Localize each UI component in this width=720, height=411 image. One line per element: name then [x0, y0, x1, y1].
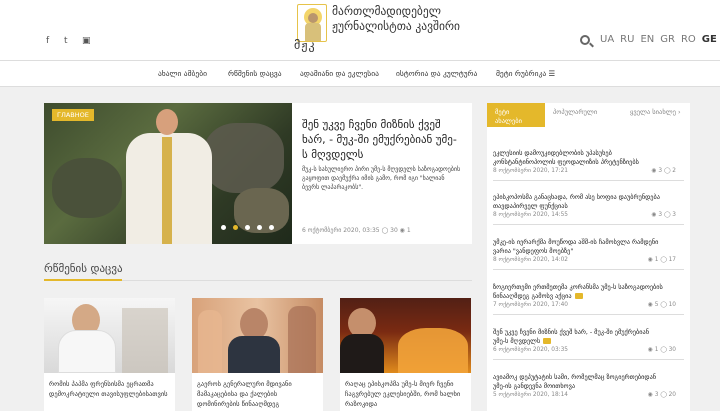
news-date: 8 ოქტომბერი 2020, 17:21	[493, 168, 568, 174]
featured-excerpt: მუკ-ს სასულიერო პირი უმე-ს მღვდელს საზოგ…	[302, 166, 461, 191]
bishop-photo[interactable]	[340, 298, 471, 373]
views-count: 3	[654, 392, 659, 398]
comments-count: 3	[672, 212, 676, 218]
article-card-bishop[interactable]: რაღაც ეპისკოპმა უმე-ს მიერ ჩვენი ჩაგვრებ…	[340, 298, 471, 411]
article-card-un[interactable]: გაეროს გენერალური მდივანი მამაკაცებისა დ…	[192, 298, 323, 411]
youtube-icon[interactable]: ▣	[82, 36, 92, 46]
featured-meta: 6 ოქტომბერი 2020, 03:35 ◯ 30 ◉ 1	[302, 227, 411, 234]
sidebar-news-item[interactable]: ეპისკოპოსმა განაცხადა, რომ ასე სოფია დაუ…	[493, 189, 684, 225]
news-counts: ◉ 3 ◯ 20	[647, 392, 676, 398]
main-nav: ახალი ამბები რწმენის დაცვა ადამიანი და ე…	[0, 60, 720, 87]
news-title[interactable]: ეპისკოპოსმა განაცხადა, რომ ასე სოფია დაუ…	[493, 193, 663, 211]
news-title-text[interactable]: შენ უკვე ჩვენი მიზნის ქვეშ ხარ, - მუკ-ში…	[493, 329, 649, 345]
article-card-title[interactable]: რომის პაპმა ფრენსისმა ეცრათმა დემოკრატიუ…	[49, 379, 170, 399]
section-divider	[44, 279, 472, 281]
news-title[interactable]: ზოგიერთემი ერთმეთემა კორანსმა უმე-ს საზო…	[493, 283, 663, 301]
news-counts: ◉ 1 ◯ 30	[647, 347, 676, 353]
comments-count: 17	[668, 257, 676, 263]
news-counts: ◉ 5 ◯ 10	[647, 302, 676, 308]
tab-popular[interactable]: პოპულარული	[553, 103, 613, 127]
news-title[interactable]: უმკე-ის იერარქმა მოუწოდა აშშ-ის ჩამოსვლა…	[493, 238, 663, 256]
slider-dot[interactable]	[245, 225, 250, 230]
pope-photo[interactable]	[44, 298, 175, 373]
news-date: 6 ოქტომბერი 2020, 03:35	[493, 347, 568, 353]
article-card-pope[interactable]: რომის პაპმა ფრენსისმა ეცრათმა დემოკრატიუ…	[44, 298, 175, 411]
sidebar-news-item[interactable]: უმკე-ის იერარქმა მოუწოდა აშშ-ის ჩამოსვლა…	[493, 234, 684, 270]
news-date: 7 ოქტომბერი 2020, 17:40	[493, 302, 568, 308]
nav-history-culture[interactable]: ისტორია და კულტურა	[396, 69, 477, 78]
sidebar-tabs: მეტი ახალები პოპულარული ყველა სიახლე ›	[487, 103, 690, 127]
slider-dots	[221, 225, 274, 230]
tab-all-news[interactable]: ყველა სიახლე ›	[630, 103, 686, 127]
logo-saint-icon[interactable]	[297, 4, 327, 42]
slider-dot[interactable]	[257, 225, 262, 230]
twitter-icon[interactable]: t	[64, 36, 74, 46]
lang-ua[interactable]: UA	[600, 34, 614, 45]
comments-count: 20	[668, 392, 676, 398]
language-switcher: UA RU EN GR RO GE	[600, 34, 717, 45]
slider-dot-active[interactable]	[233, 225, 238, 230]
news-date: 8 ოქტომბერი 2020, 14:02	[493, 257, 568, 263]
nav-more-rubrics[interactable]: მეტი რუბრიკა ☰	[496, 69, 555, 78]
logo-title[interactable]: მართლმადიდებელ ჟურნალისტთა კავშირი	[332, 4, 467, 34]
article-card-title[interactable]: გაეროს გენერალური მდივანი მამაკაცებისა დ…	[197, 379, 318, 409]
lang-ru[interactable]: RU	[620, 34, 634, 45]
featured-article[interactable]: ГЛАВНОЕ შენ უკვე ჩვენი მიზნის ქვეშ ხარ, …	[44, 103, 472, 244]
un-photo[interactable]	[192, 298, 323, 373]
news-counts: ◉ 1 ◯ 17	[647, 257, 676, 263]
social-links: f t ▣	[46, 36, 92, 46]
news-date: 5 ოქტომბერი 2020, 18:14	[493, 392, 568, 398]
lang-gr[interactable]: GR	[660, 34, 675, 45]
views-count: 5	[654, 302, 659, 308]
featured-photo[interactable]: ГЛАВНОЕ	[44, 103, 292, 244]
video-icon	[574, 293, 583, 299]
news-title[interactable]: ეკლესიის დამოუკიდებლობის უპასუხებ კონსტა…	[493, 149, 663, 167]
site-header: f t ▣ მჟკ მართლმადიდებელ ჟურნალისტთა კავ…	[0, 0, 720, 60]
comments-count: 30	[668, 347, 676, 353]
comments-count: 2	[672, 168, 676, 174]
news-title[interactable]: შენ უკვე ჩვენი მიზნის ქვეშ ხარ, - მუკ-ში…	[493, 328, 663, 346]
news-counts: ◉ 3 ◯ 2	[651, 168, 677, 174]
views-count: 1	[654, 257, 659, 263]
slider-dot[interactable]	[269, 225, 274, 230]
sidebar-news-item[interactable]: შენ უკვე ჩვენი მიზნის ქვეშ ხარ, - მუკ-ში…	[493, 324, 684, 360]
news-counts: ◉ 3 ◯ 3	[651, 212, 677, 218]
lang-ro[interactable]: RO	[681, 34, 696, 45]
views-count: 3	[658, 212, 663, 218]
slider-dot[interactable]	[221, 225, 226, 230]
sidebar-news-item[interactable]: ზოგიერთემი ერთმეთემა კორანსმა უმე-ს საზო…	[493, 279, 684, 315]
news-date: 8 ოქტომბერი 2020, 14:55	[493, 212, 568, 218]
tab-more-news[interactable]: მეტი ახალები	[487, 103, 545, 127]
facebook-icon[interactable]: f	[46, 36, 56, 46]
featured-title[interactable]: შენ უკვე ჩვენი მიზნის ქვეშ ხარ, - მუკ-ში…	[302, 117, 462, 162]
main-badge: ГЛАВНОЕ	[52, 109, 94, 121]
nav-human-church[interactable]: ადამიანი და ეკლესია	[300, 69, 379, 78]
section-title-faith-defense[interactable]: რწმენის დაცვა	[44, 262, 123, 275]
nav-news[interactable]: ახალი ამბები	[158, 69, 207, 78]
lang-en[interactable]: EN	[640, 34, 654, 45]
search-icon[interactable]	[580, 35, 590, 45]
comments-count: 10	[668, 302, 676, 308]
article-card-title[interactable]: რაღაც ეპისკოპმა უმე-ს მიერ ჩვენი ჩაგვრებ…	[345, 379, 466, 409]
lang-ge[interactable]: GE	[702, 34, 717, 45]
views-count: 1	[654, 347, 659, 353]
sidebar-news-item[interactable]: ეკლესიის დამოუკიდებლობის უპასუხებ კონსტა…	[493, 145, 684, 181]
news-sidebar: მეტი ახალები პოპულარული ყველა სიახლე › ე…	[487, 103, 690, 411]
news-title[interactable]: ავიამოკ დეპუტატის სამი, რომელმაც ზოგიერთ…	[493, 373, 663, 391]
nav-faith-defense[interactable]: რწმენის დაცვა	[228, 69, 282, 78]
sidebar-news-item[interactable]: ავიამოკ დეპუტატის სამი, რომელმაც ზოგიერთ…	[493, 369, 684, 405]
views-count: 3	[658, 168, 663, 174]
video-icon	[543, 338, 552, 344]
logo-abbreviation[interactable]: მჟკ	[294, 38, 316, 52]
